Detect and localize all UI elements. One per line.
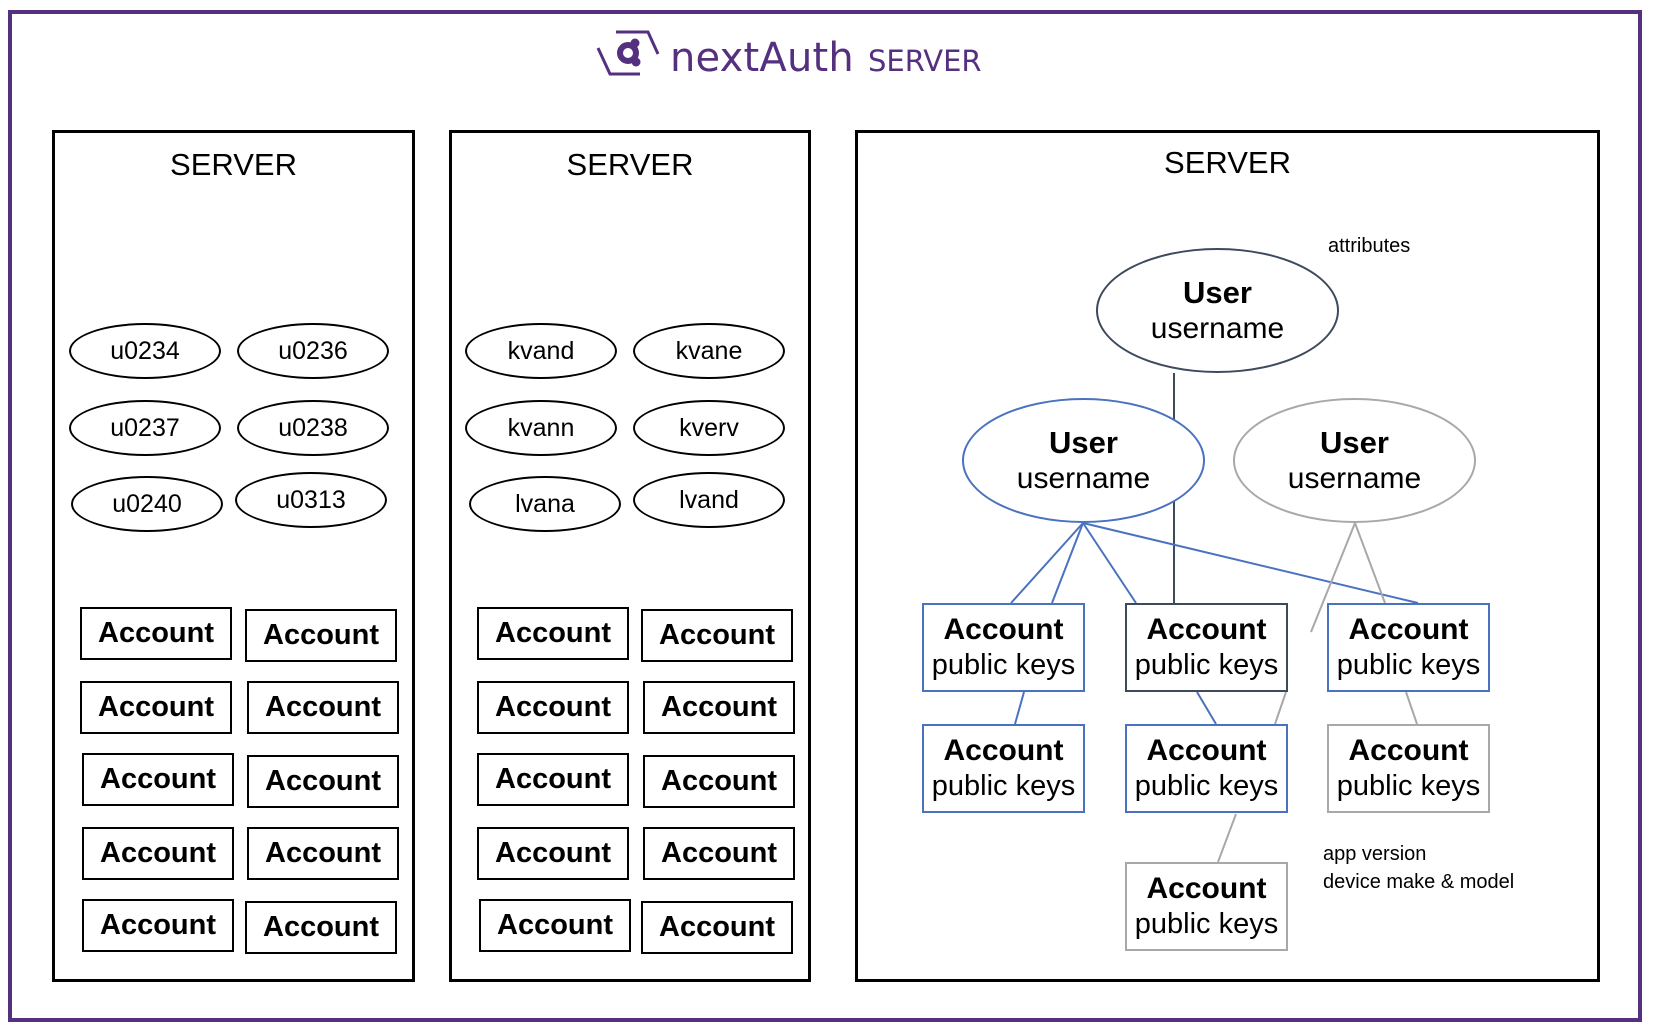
account-title: Account [943, 734, 1064, 768]
brand-name: nextAuth [670, 35, 854, 81]
username-oval: kverv [633, 400, 785, 456]
account-box: Account [477, 681, 629, 734]
account-subtitle: public keys [931, 649, 1076, 682]
account-box: Account [643, 755, 795, 808]
account-subtitle: public keys [1336, 770, 1481, 803]
user-title: User [1183, 274, 1252, 310]
account-box: Account [82, 753, 234, 806]
username-oval: u0236 [237, 323, 389, 379]
account-box: Account [82, 899, 234, 952]
username-oval: kvand [465, 323, 617, 379]
username-oval: u0234 [69, 323, 221, 379]
username-oval: lvana [469, 476, 621, 532]
panel-title: SERVER [566, 147, 694, 182]
account-box: Account [479, 899, 631, 952]
user-title: User [1320, 424, 1389, 460]
account-title: Account [1146, 613, 1267, 647]
account-box: Account [477, 827, 629, 880]
user-subtitle: username [1287, 462, 1422, 496]
account-keys-box: Account public keys [1327, 603, 1490, 692]
user-node-right: User username [1233, 398, 1476, 523]
account-box: Account [641, 901, 793, 954]
account-keys-box: Account public keys [1125, 724, 1288, 813]
account-keys-box: Account public keys [1125, 603, 1288, 692]
account-box: Account [643, 827, 795, 880]
panel-title: SERVER [170, 147, 297, 182]
account-title: Account [1146, 872, 1267, 906]
account-title: Account [1146, 734, 1267, 768]
username-oval: kvann [465, 400, 617, 456]
user-subtitle: username [1016, 462, 1151, 496]
user-subtitle: username [1150, 312, 1285, 346]
account-subtitle: public keys [1336, 649, 1481, 682]
account-keys-box: Account public keys [1125, 862, 1288, 951]
account-box: Account [247, 681, 399, 734]
account-box: Account [80, 681, 232, 734]
note-line-app-version: app version [1323, 843, 1427, 865]
user-node-left: User username [962, 398, 1205, 523]
account-box: Account [641, 609, 793, 662]
brand-suffix: SERVER [867, 44, 982, 78]
account-subtitle: public keys [1134, 908, 1279, 941]
brand-header: nextAuth SERVER [596, 28, 982, 88]
account-attributes-note: app version device make & model [1323, 840, 1514, 896]
attributes-note: attributes [1328, 235, 1411, 257]
account-box: Account [477, 753, 629, 806]
username-oval: u0313 [235, 472, 387, 528]
account-title: Account [1348, 734, 1469, 768]
account-box: Account [82, 827, 234, 880]
username-oval: lvand [633, 472, 785, 528]
username-oval: u0237 [69, 400, 221, 456]
account-subtitle: public keys [1134, 770, 1279, 803]
account-box: Account [80, 607, 232, 660]
account-box: Account [247, 827, 399, 880]
account-title: Account [943, 613, 1064, 647]
account-box: Account [245, 609, 397, 662]
username-oval: kvane [633, 323, 785, 379]
account-subtitle: public keys [1134, 649, 1279, 682]
account-keys-box: Account public keys [922, 603, 1085, 692]
user-node-top: User username [1096, 248, 1339, 373]
panel-title: SERVER [1164, 145, 1291, 180]
account-box: Account [643, 681, 795, 734]
username-oval: u0238 [237, 400, 389, 456]
account-box: Account [245, 901, 397, 954]
account-keys-box: Account public keys [922, 724, 1085, 813]
account-box: Account [477, 607, 629, 660]
account-subtitle: public keys [931, 770, 1076, 803]
user-title: User [1049, 424, 1118, 460]
account-box: Account [247, 755, 399, 808]
note-line-device: device make & model [1323, 871, 1515, 893]
username-oval: u0240 [71, 476, 223, 532]
account-keys-box: Account public keys [1327, 724, 1490, 813]
nextauth-logo-icon [596, 30, 660, 76]
account-title: Account [1348, 613, 1469, 647]
